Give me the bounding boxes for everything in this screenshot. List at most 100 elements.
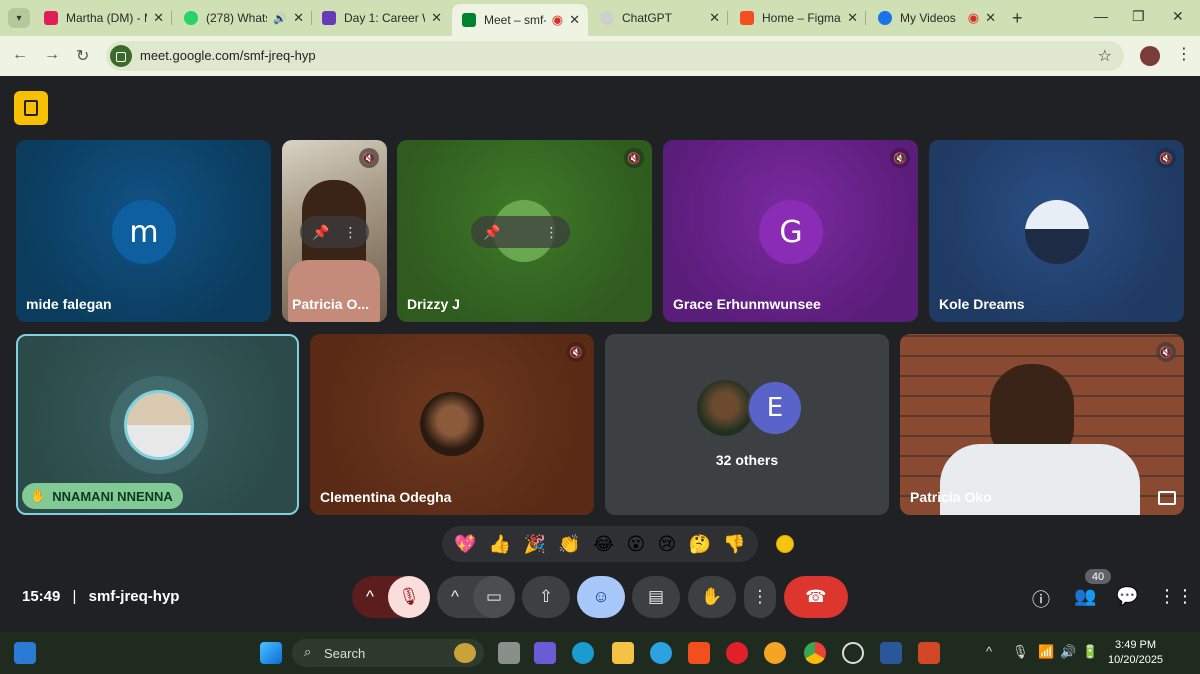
reload-button[interactable]: ↻ xyxy=(76,46,89,66)
surprised-icon[interactable]: 😮 xyxy=(626,534,645,555)
close-icon[interactable]: ✕ xyxy=(153,10,164,26)
participant-tile[interactable]: 🔇 G Grace Erhunmwunsee xyxy=(663,140,918,322)
volume-icon[interactable]: 🔊 xyxy=(1060,644,1076,660)
party-popper-icon[interactable]: 🎉 xyxy=(524,534,546,555)
task-view-icon[interactable] xyxy=(498,642,520,664)
widgets-icon[interactable] xyxy=(14,642,36,664)
figma-app-icon[interactable] xyxy=(688,642,710,664)
forward-button[interactable]: → xyxy=(44,46,60,64)
more-options-button[interactable]: ⋮ xyxy=(744,576,776,618)
meeting-info: 15:49 | smf-jreq-hyp xyxy=(22,588,179,605)
participant-tile[interactable]: m mide falegan xyxy=(16,140,271,322)
chrome-icon[interactable] xyxy=(804,642,826,664)
file-explorer-icon[interactable] xyxy=(612,642,634,664)
tab-meet[interactable]: Meet – smf- ◉ ✕ xyxy=(452,4,588,36)
tab-title: Home – Figma xyxy=(762,11,841,25)
thumbs-down-icon[interactable]: 👎 xyxy=(723,534,745,555)
browser-tab-bar: ▾ Martha (DM) - M ✕ (278) Whats 🔊 ✕ Day … xyxy=(0,0,1200,36)
close-icon[interactable]: ✕ xyxy=(709,10,720,26)
taskbar-search[interactable]: ⌕ Search xyxy=(292,639,484,667)
participant-tile[interactable]: 🔇 Kole Dreams xyxy=(929,140,1184,322)
tab-title: (278) Whats xyxy=(206,11,268,25)
door-icon[interactable] xyxy=(14,91,48,125)
pin-icon[interactable]: 📌 xyxy=(312,224,329,241)
telegram-icon[interactable] xyxy=(650,642,672,664)
show-hidden-icons[interactable]: ^ xyxy=(986,644,992,659)
participant-tile[interactable]: ✋ NNAMANI NNENNA xyxy=(16,334,299,515)
camera-toggle-button[interactable]: ▭ xyxy=(473,576,515,618)
avatar xyxy=(1025,200,1089,264)
minimize-button[interactable]: — xyxy=(1094,8,1108,24)
close-icon[interactable]: ✕ xyxy=(431,10,442,26)
browser-menu-button[interactable]: ⋮ xyxy=(1176,44,1192,64)
chat-app-icon[interactable] xyxy=(534,642,556,664)
opera-icon[interactable] xyxy=(726,642,748,664)
participant-tile[interactable]: 🔇 Patricia Oko xyxy=(900,334,1184,515)
recording-icon: ◉ xyxy=(967,10,980,25)
tab-forms[interactable]: Day 1: Career W ✕ xyxy=(312,4,450,32)
participant-name: Patricia O... xyxy=(292,296,370,312)
participant-tile[interactable]: 🔇 📌 ⋮ Drizzy J xyxy=(397,140,652,322)
battery-icon[interactable]: 🔋 xyxy=(1082,644,1098,660)
thumbs-up-icon[interactable]: 👍 xyxy=(489,534,511,555)
participant-tile[interactable]: 🔇 📌 ⋮ Patricia O... xyxy=(282,140,387,322)
site-info-icon[interactable] xyxy=(110,45,132,67)
new-tab-button[interactable]: + xyxy=(1012,8,1023,29)
participant-tile[interactable]: 🔇 Clementina Odegha xyxy=(310,334,594,515)
leave-call-button[interactable]: ☎ xyxy=(784,576,848,618)
close-icon[interactable]: ✕ xyxy=(293,10,304,26)
wifi-icon[interactable]: 📶 xyxy=(1038,644,1054,660)
participant-name: Drizzy J xyxy=(407,296,460,312)
chat-icon[interactable]: 💬 xyxy=(1116,586,1138,607)
meet-icon xyxy=(462,13,476,27)
more-options-icon[interactable]: ⋮ xyxy=(343,224,357,241)
tab-search-button[interactable]: ▾ xyxy=(8,8,30,28)
taskbar-clock[interactable]: 3:49 PM 10/20/2025 xyxy=(1108,638,1163,668)
more-options-icon[interactable]: ⋮ xyxy=(544,224,558,241)
mic-toggle-button[interactable]: 🎙 xyxy=(388,576,430,618)
pip-icon[interactable] xyxy=(1158,491,1176,505)
raise-hand-button[interactable]: ✋ xyxy=(688,576,736,618)
mic-off-icon: 🔇 xyxy=(566,342,586,362)
restore-button[interactable]: ❐ xyxy=(1132,8,1145,25)
window-close-button[interactable]: ✕ xyxy=(1172,8,1184,25)
profile-avatar[interactable] xyxy=(1140,46,1160,66)
tab-whatsapp[interactable]: (278) Whats 🔊 ✕ xyxy=(174,4,312,32)
tab-zoom[interactable]: My Videos ◉ ✕ xyxy=(868,4,1004,32)
clapping-icon[interactable]: 👏 xyxy=(558,534,580,555)
emoji-button[interactable]: ☺ xyxy=(577,576,625,618)
browser-app-icon[interactable] xyxy=(764,642,786,664)
microphone-icon[interactable]: 🎙 xyxy=(1012,644,1029,660)
avatar xyxy=(420,392,484,456)
others-tile[interactable]: E 32 others xyxy=(605,334,889,515)
tab-chatgpt[interactable]: ChatGPT ✕ xyxy=(590,4,728,32)
tile-controls[interactable]: 📌 ⋮ xyxy=(300,216,370,248)
copilot-icon[interactable] xyxy=(842,642,864,664)
close-icon[interactable]: ✕ xyxy=(847,10,858,26)
bookmark-star-icon[interactable]: ☆ xyxy=(1098,46,1112,66)
thinking-icon[interactable]: 🤔 xyxy=(689,534,711,555)
present-button[interactable]: ⇧ xyxy=(522,576,570,618)
close-icon[interactable]: ✕ xyxy=(569,12,580,28)
close-icon[interactable]: ✕ xyxy=(985,10,996,26)
people-icon[interactable]: 👥 xyxy=(1074,586,1096,607)
activities-icon[interactable]: ⋮⋮ xyxy=(1158,586,1194,607)
powerpoint-icon[interactable] xyxy=(918,642,940,664)
tab-slack[interactable]: Martha (DM) - M ✕ xyxy=(34,4,172,32)
back-button[interactable]: ← xyxy=(12,46,28,64)
edge-icon[interactable] xyxy=(572,642,594,664)
start-icon[interactable] xyxy=(260,642,282,664)
laughing-icon[interactable]: 😂 xyxy=(593,534,614,555)
info-icon[interactable]: ⓘ xyxy=(1032,586,1050,612)
mic-off-icon: 🔇 xyxy=(890,148,910,168)
others-count: 32 others xyxy=(715,452,779,468)
crying-icon[interactable]: 😢 xyxy=(658,534,677,555)
captions-button[interactable]: ▤ xyxy=(632,576,680,618)
omnibox[interactable]: meet.google.com/smf-jreq-hyp ☆ xyxy=(106,41,1124,71)
tile-controls[interactable]: 📌 ⋮ xyxy=(471,216,571,248)
pin-icon[interactable]: 📌 xyxy=(483,224,500,241)
sparkling-heart-icon[interactable]: 💖 xyxy=(454,534,476,555)
tab-figma[interactable]: Home – Figma ✕ xyxy=(730,4,866,32)
skin-tone-picker[interactable] xyxy=(776,535,794,553)
word-icon[interactable] xyxy=(880,642,902,664)
